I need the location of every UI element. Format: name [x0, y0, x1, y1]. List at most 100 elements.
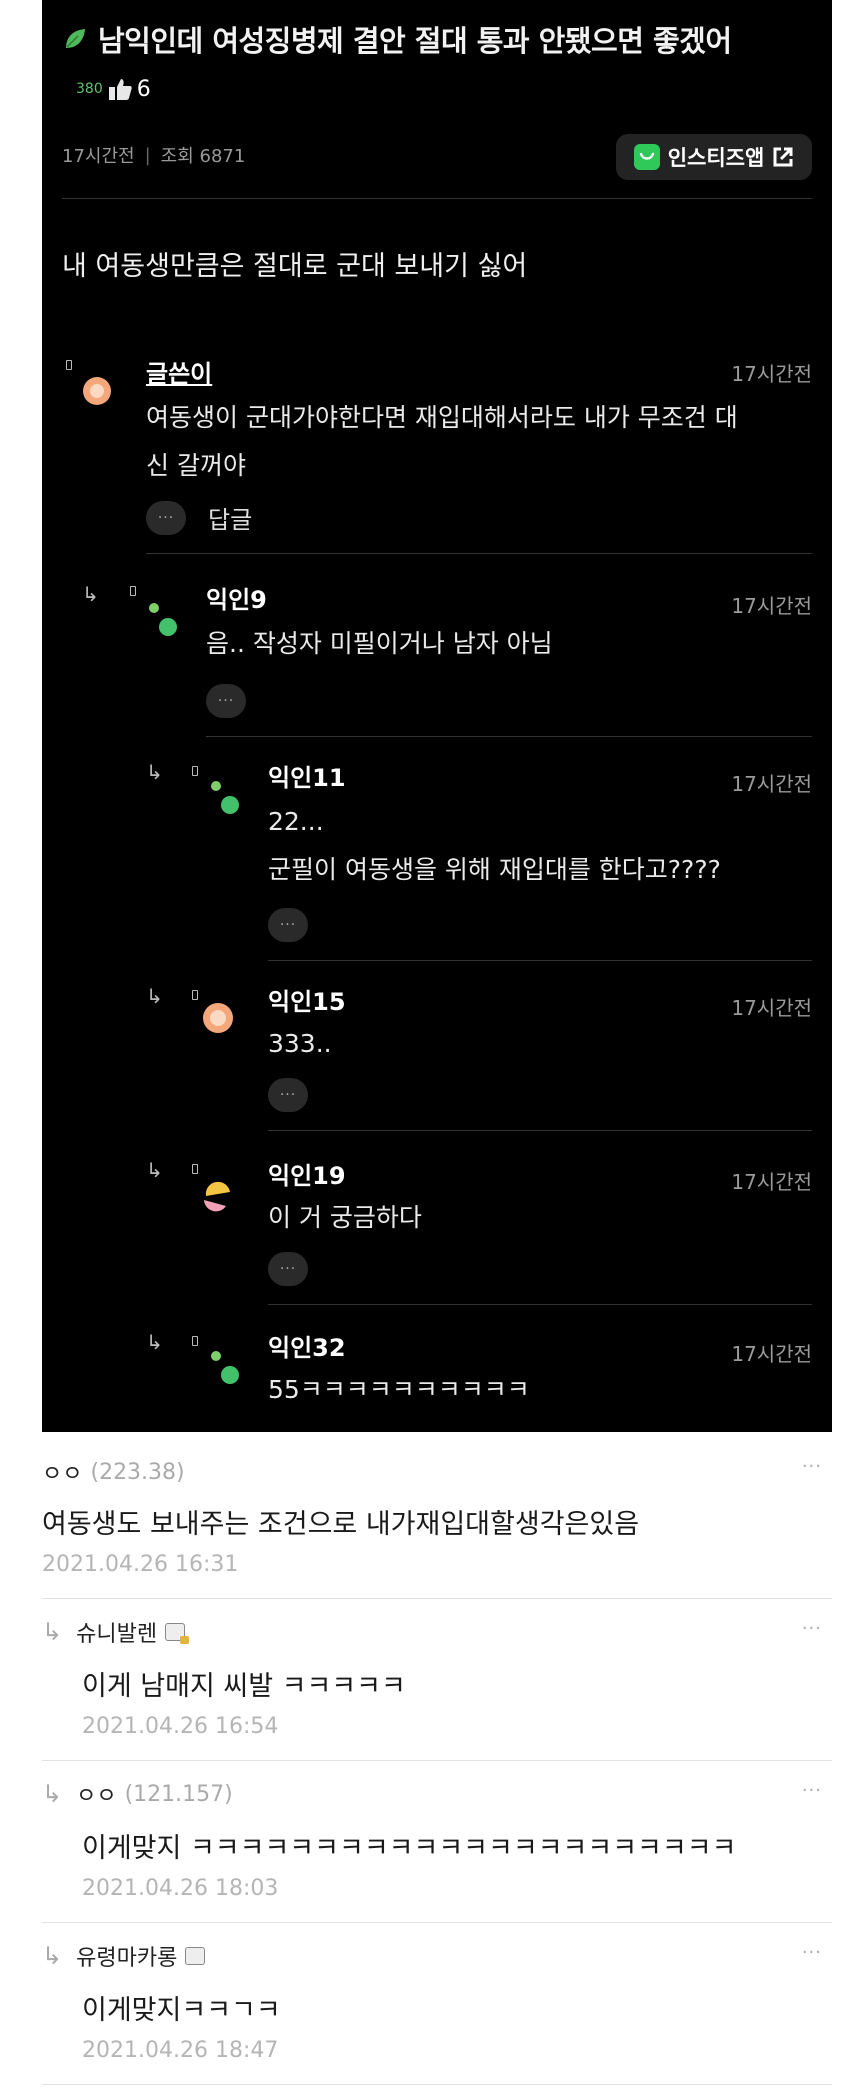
comment-19: 익인19 [268, 1156, 346, 1191]
comment-time: 17시간전 [731, 996, 812, 1020]
comment-ip: (121.157) [124, 1781, 233, 1807]
leaf-icon [66, 29, 85, 48]
phone-icon [192, 1336, 198, 1346]
post-body: 내 여동생만큼은 절대로 군대 보내기 싫어 [62, 251, 528, 282]
instiz-logo-icon [633, 144, 660, 170]
light-comment-screenshot: ㅇㅇ (223.38) ··· 여동생도 보내주는 조건으로 내가재입대할생각은… [42, 1432, 832, 2098]
comment-divider [42, 1598, 832, 1599]
comment-time: 17시간전 [731, 1170, 812, 1194]
comment-time: 17시간전 [731, 1342, 812, 1366]
comment-ip: (223.38) [90, 1459, 185, 1485]
comment-actions: ··· [206, 684, 246, 718]
light-comment-reply: ↳ 슈니발렌 [42, 1616, 832, 1648]
comment-divider [42, 1760, 832, 1761]
comment-time: 17시간전 [731, 772, 812, 796]
more-options-icon[interactable]: ··· [802, 1780, 822, 1801]
comment-writer: 글쓴이 [146, 354, 212, 389]
more-button[interactable]: ··· [268, 1078, 308, 1112]
like-small-count: 380 [76, 81, 103, 97]
comment-text: 여동생이 군대가야한다면 재입대해서라도 내가 무조건 대 신 갈꺼야 [146, 394, 738, 490]
comment-author[interactable]: ㅇㅇ [76, 1778, 116, 1810]
comment-text: 여동생도 보내주는 조건으로 내가재입대할생각은있음 [42, 1509, 640, 1540]
comment-author-row: ↳ 유령마카롱 [42, 1940, 832, 1972]
comment-author[interactable]: 글쓴이 [146, 354, 212, 389]
more-options-icon[interactable]: ··· [802, 1942, 822, 1963]
more-button[interactable]: ··· [206, 684, 246, 718]
reply-arrow-icon: ↳ [146, 1158, 163, 1182]
comment-divider [268, 1304, 812, 1305]
comment-text: 이게맞지 ㅋㅋㅋㅋㅋㅋㅋㅋㅋㅋㅋㅋㅋㅋㅋㅋㅋㅋㅋㅋㅋㅋ [82, 1833, 737, 1864]
post-title-row: 남익인데 여성징병제 결안 절대 통과 안됐으면 좋겠어 [62, 18, 732, 60]
like-count: 6 [136, 76, 151, 102]
more-button[interactable]: ··· [146, 500, 186, 535]
instiz-app-button[interactable]: 인스티즈앱 [616, 134, 812, 180]
more-options-icon[interactable]: ··· [802, 1618, 822, 1639]
post-views: 조회 6871 [160, 146, 246, 167]
avatar [83, 377, 111, 405]
member-badge-icon [165, 1623, 190, 1644]
external-link-icon [773, 147, 793, 167]
comment-line: 22... [268, 807, 324, 836]
reply-arrow-icon: ↳ [146, 760, 163, 784]
comment-11: 익인11 [268, 758, 346, 793]
more-button[interactable]: ··· [268, 1252, 308, 1286]
comment-line: 신 갈꺼야 [146, 451, 246, 480]
light-comment: ㅇㅇ (223.38) [42, 1456, 832, 1488]
phone-icon [66, 360, 72, 370]
comment-author[interactable]: 익인11 [268, 758, 346, 793]
like-area[interactable]: 380 6 [76, 76, 151, 102]
comment-author[interactable]: 익인19 [268, 1156, 346, 1191]
post-divider [62, 198, 812, 199]
comment-date: 2021.04.26 16:54 [82, 1714, 279, 1739]
comment-9: 익인9 [206, 580, 267, 615]
phone-icon [192, 1164, 198, 1174]
comment-divider [42, 2084, 832, 2085]
comment-author[interactable]: 슈니발렌 [76, 1616, 157, 1648]
comment-date: 2021.04.26 16:31 [42, 1552, 239, 1577]
comment-date: 2021.04.26 18:47 [82, 2038, 279, 2063]
dark-post-screenshot: 남익인데 여성징병제 결안 절대 통과 안됐으면 좋겠어 380 6 17시간전… [42, 0, 832, 1432]
phone-icon [192, 766, 198, 776]
comment-text: 음.. 작성자 미필이거나 남자 아님 [206, 629, 553, 658]
comment-line: 여동생이 군대가야한다면 재입대해서라도 내가 무조건 대 [146, 403, 738, 432]
comment-divider [206, 736, 812, 737]
reply-arrow-icon: ↳ [42, 1942, 63, 1970]
comment-author-row: ↳ 슈니발렌 [42, 1616, 832, 1648]
avatar [211, 781, 239, 814]
comment-author-row: ↳ ㅇㅇ (121.157) [42, 1778, 832, 1810]
post-meta: 17시간전 | 조회 6871 [62, 142, 245, 168]
comment-actions: ··· 답글 [146, 500, 252, 535]
comment-author[interactable]: 익인9 [206, 580, 267, 615]
reply-arrow-icon: ↳ [42, 1780, 63, 1808]
reply-arrow-icon: ↳ [146, 1330, 163, 1354]
meta-separator: | [144, 144, 151, 166]
comment-author-row: ㅇㅇ (223.38) [42, 1456, 832, 1488]
comment-author[interactable]: 유령마카롱 [76, 1940, 177, 1972]
comment-author[interactable]: 익인32 [268, 1328, 346, 1363]
comment-time: 17시간전 [731, 594, 812, 618]
more-button[interactable]: ··· [268, 908, 308, 942]
reply-arrow-icon: ↳ [82, 582, 99, 606]
comment-text: 이 거 궁금하다 [268, 1203, 422, 1232]
reply-button[interactable]: 답글 [208, 500, 252, 535]
more-options-icon[interactable]: ··· [802, 1456, 822, 1477]
comment-32: 익인32 [268, 1328, 346, 1363]
post-title: 남익인데 여성징병제 결안 절대 통과 안됐으면 좋겠어 [98, 24, 732, 58]
comment-divider [268, 1130, 812, 1131]
phone-icon [130, 586, 136, 596]
avatar [211, 1351, 239, 1384]
comment-text: 이게 남매지 씨발 ㅋㅋㅋㅋㅋ [82, 1671, 406, 1702]
comment-author[interactable]: 익인15 [268, 982, 346, 1017]
thumbs-up-icon[interactable] [107, 76, 133, 102]
avatar [149, 603, 177, 636]
comment-actions: ··· [268, 908, 308, 942]
comment-divider [268, 960, 812, 961]
reply-arrow-icon: ↳ [42, 1618, 63, 1646]
avatar [203, 1003, 233, 1033]
comment-divider [42, 1922, 832, 1923]
comment-author[interactable]: ㅇㅇ [42, 1456, 82, 1488]
comment-actions: ··· [268, 1078, 308, 1112]
comment-text: 22... 군필이 여동생을 위해 재입대를 한다고???? [268, 798, 721, 894]
comment-text: 333.. [268, 1029, 332, 1058]
comment-line: 군필이 여동생을 위해 재입대를 한다고???? [268, 855, 721, 884]
